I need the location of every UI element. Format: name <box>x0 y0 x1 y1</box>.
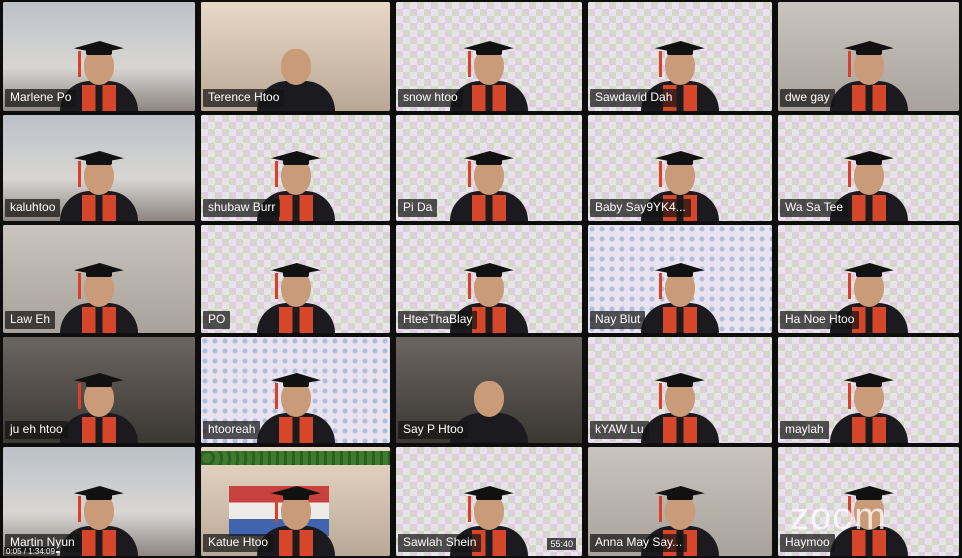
video-tile[interactable]: Marlene Po <box>3 2 195 111</box>
video-tile[interactable]: Terence Htoo <box>201 2 390 111</box>
video-tile[interactable]: Martin Nyun <box>3 447 195 556</box>
participant-name: Law Eh <box>5 311 56 329</box>
participant-video <box>256 241 335 333</box>
participant-name: Nay Blut <box>590 311 646 329</box>
video-grid: Marlene Po Terence Htoo snow htoo Sawdavid … <box>0 0 962 558</box>
participant-video <box>829 19 908 111</box>
playback-progress[interactable] <box>56 551 60 553</box>
participant-name: Say P Htoo <box>398 421 469 439</box>
playback-time: 0:05 / 1:34:09 <box>4 547 57 556</box>
participant-name: ju eh htoo <box>5 421 68 439</box>
video-tile[interactable]: Wa Sa Tee <box>778 115 959 221</box>
participant-name: dwe gay <box>780 89 835 107</box>
participant-name: Wa Sa Tee <box>780 199 849 217</box>
video-tile[interactable]: kYAW Lu <box>588 337 772 443</box>
participant-video <box>641 241 719 333</box>
video-tile[interactable]: maylah <box>778 337 959 443</box>
video-tile[interactable]: ju eh htoo <box>3 337 195 443</box>
participant-name: Sawdavid Dah <box>590 89 678 107</box>
video-tile[interactable]: Baby Say9YK4... <box>588 115 772 221</box>
participant-name: Terence Htoo <box>203 89 285 107</box>
video-tile[interactable]: dwe gay <box>778 2 959 111</box>
participant-video <box>641 351 719 443</box>
video-tile[interactable]: htooreah <box>201 337 390 443</box>
video-tile[interactable]: snow htoo <box>396 2 582 111</box>
participant-name: Pi Da <box>398 199 438 217</box>
participant-name: htooreah <box>203 421 261 439</box>
video-tile[interactable]: Law Eh <box>3 225 195 333</box>
garland-decoration <box>201 451 390 465</box>
video-tile[interactable]: Say P Htoo <box>396 337 582 443</box>
participant-video <box>450 129 528 221</box>
video-tile[interactable]: Ha Noe Htoo <box>778 225 959 333</box>
participant-video <box>60 129 138 221</box>
participant-name: snow htoo <box>398 89 463 107</box>
video-tile[interactable]: Katue Htoo <box>201 447 390 556</box>
participant-name: HteeThaBlay <box>398 311 478 329</box>
participant-video <box>256 351 335 443</box>
participant-name: kaluhtoo <box>5 199 61 217</box>
participant-name: PO <box>203 311 231 329</box>
zoom-watermark: zoom <box>790 496 887 538</box>
video-tile[interactable]: PO <box>201 225 390 333</box>
participant-name: maylah <box>780 421 829 439</box>
participant-name: kYAW Lu <box>590 421 649 439</box>
participant-name: Marlene Po <box>5 89 77 107</box>
participant-video <box>60 241 138 333</box>
video-tile[interactable]: Nay Blut <box>588 225 772 333</box>
participant-video <box>829 351 908 443</box>
video-tile[interactable]: Anna May Say... <box>588 447 772 556</box>
participant-name: Ha Noe Htoo <box>780 311 860 329</box>
participant-video <box>60 351 138 443</box>
video-tile[interactable]: Sawdavid Dah <box>588 2 772 111</box>
participant-name: shubaw Burr <box>203 199 281 217</box>
playback-bar[interactable]: 0:05 / 1:34:09 <box>0 544 962 558</box>
video-tile[interactable]: Pi Da <box>396 115 582 221</box>
video-tile[interactable]: kaluhtoo <box>3 115 195 221</box>
video-tile[interactable]: Sawlah Shein 55:40 <box>396 447 582 556</box>
video-tile[interactable]: HteeThaBlay <box>396 225 582 333</box>
participant-name: Baby Say9YK4... <box>590 199 691 217</box>
video-tile[interactable]: shubaw Burr <box>201 115 390 221</box>
